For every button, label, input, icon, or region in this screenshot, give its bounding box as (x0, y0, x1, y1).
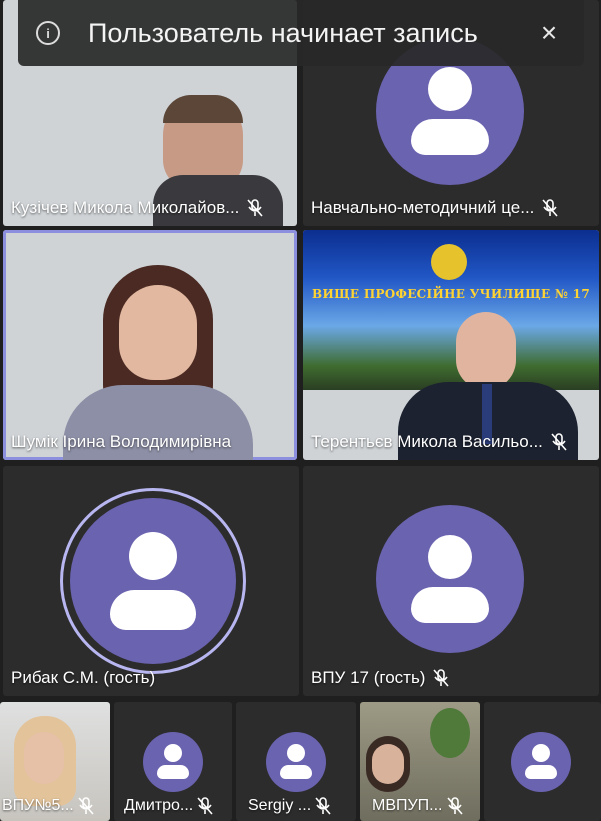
participant-tile-shumik[interactable]: Шумік Ірина Володимирівна (3, 230, 297, 460)
participant-tile-terentyev[interactable]: ВИЩЕ ПРОФЕСІЙНЕ УЧИЛИЩЕ № 17 Терентьєв М… (303, 230, 599, 460)
user-head-icon (164, 744, 182, 762)
user-head-icon (287, 744, 305, 762)
participant-tile-mvpup[interactable]: МВПУП... (360, 702, 480, 821)
mic-muted-icon (247, 199, 264, 217)
mic-muted-icon (446, 797, 463, 815)
participant-name: ВПУ№5... (2, 797, 94, 815)
user-head-icon (129, 532, 177, 580)
participant-name: МВПУП... (372, 797, 463, 815)
avatar (376, 505, 524, 653)
participant-name: Sergiy ... (248, 797, 331, 815)
avatar (143, 732, 203, 792)
mic-muted-icon (551, 433, 567, 451)
mic-muted-icon (197, 797, 213, 815)
user-body-icon (525, 765, 557, 779)
toast-message: Пользователь начинает запись (88, 17, 478, 48)
recording-toast: i Пользователь начинает запись × (18, 0, 584, 66)
participant-name: Кузічев Микола Миколайов... (11, 198, 264, 218)
user-body-icon (280, 765, 312, 779)
user-head-icon (532, 744, 550, 762)
participant-name: Рибак С.М. (гость) (11, 668, 156, 687)
participant-tile-dmytro[interactable]: Дмитро... (114, 702, 232, 821)
mic-muted-icon (315, 797, 331, 815)
slide-title: ВИЩЕ ПРОФЕСІЙНЕ УЧИЛИЩЕ № 17 (312, 287, 590, 301)
participant-name: Терентьєв Микола Васильо... (311, 432, 567, 452)
participant-tile-vpu5[interactable]: ВПУ№5... (0, 702, 110, 821)
participant-tile-vpu17[interactable]: ВПУ 17 (гость) (303, 466, 599, 696)
user-body-icon (110, 590, 196, 630)
participant-tile-unnamed[interactable] (484, 702, 601, 821)
participant-name: Навчально-методичний це... (311, 198, 558, 218)
participant-video (63, 265, 253, 460)
participant-tile-rybak[interactable]: Рибак С.М. (гость) (3, 466, 299, 696)
avatar (511, 732, 571, 792)
mic-muted-icon (78, 797, 94, 815)
mic-muted-icon (433, 669, 450, 687)
user-body-icon (157, 765, 189, 779)
user-head-icon (428, 535, 472, 579)
participant-name: Шумік Ірина Володимирівна (11, 432, 232, 451)
close-icon[interactable]: × (534, 17, 564, 48)
participant-tile-sergiy[interactable]: Sergiy ... (236, 702, 356, 821)
avatar (70, 498, 236, 664)
user-body-icon (411, 119, 489, 155)
user-body-icon (411, 587, 489, 623)
info-icon: i (36, 21, 60, 45)
participant-name: Дмитро... (124, 797, 213, 815)
participant-name: ВПУ 17 (гость) (311, 668, 450, 688)
user-head-icon (428, 67, 472, 111)
mic-muted-icon (542, 199, 558, 217)
avatar (266, 732, 326, 792)
